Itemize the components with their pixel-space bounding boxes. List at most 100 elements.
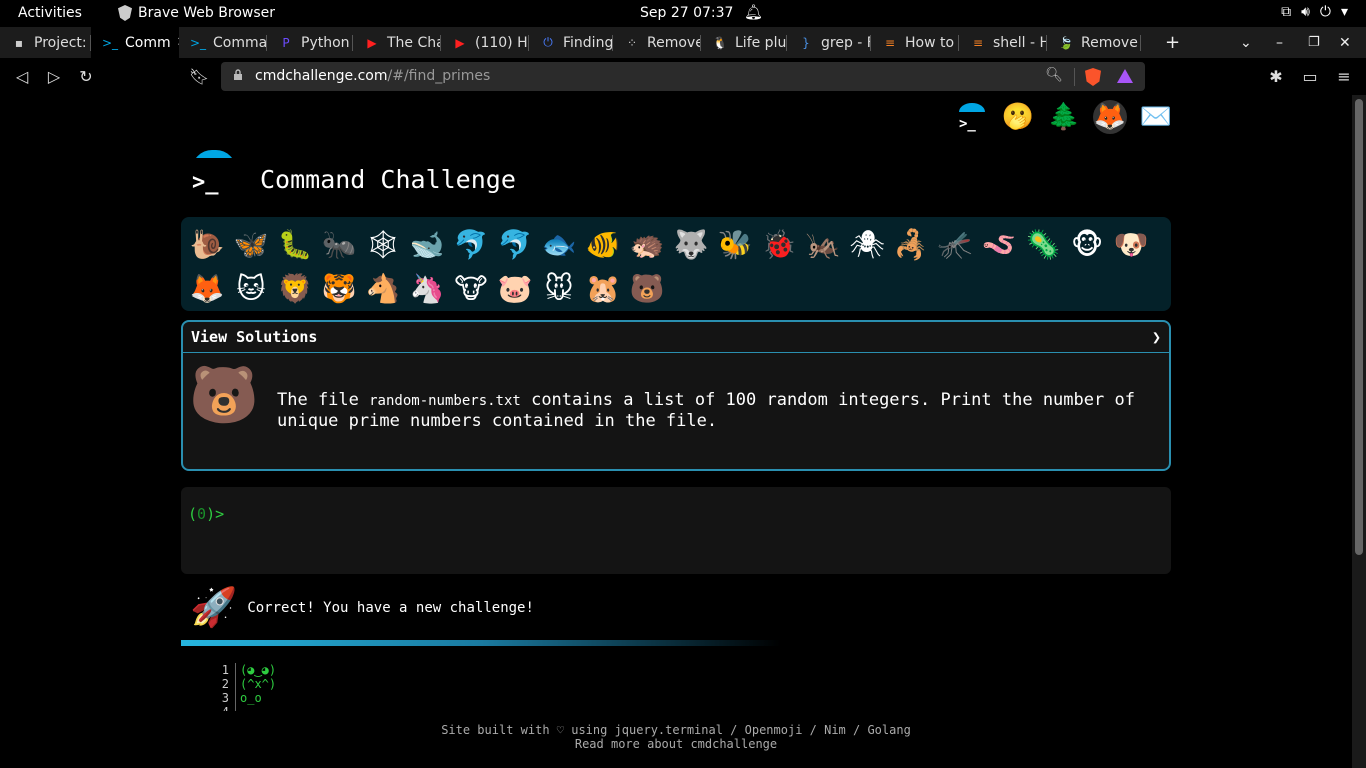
challenge-animal-icon[interactable]: 🦋: [229, 222, 273, 266]
minimize-button[interactable]: –: [1276, 27, 1283, 58]
brave-rewards-icon[interactable]: [1117, 69, 1133, 83]
line-number: 3: [221, 691, 229, 705]
tab[interactable]: 🍃 Remove: [1047, 27, 1141, 58]
challenge-animal-icon[interactable]: 🐴: [361, 266, 405, 310]
power-icon: ⏻: [1319, 4, 1331, 20]
tab[interactable]: 🐧 Life plu: [701, 27, 787, 58]
tab[interactable]: } grep - F: [787, 27, 871, 58]
tab[interactable]: P Python: [267, 27, 353, 58]
ascii-line: (^x^): [240, 677, 277, 691]
url-text[interactable]: cmdchallenge.com/#/find_primes: [255, 68, 490, 84]
challenge-animal-icon[interactable]: 🐵: [1065, 222, 1109, 266]
footer: Site built with ♡ using jquery.terminal …: [0, 723, 1352, 751]
tab[interactable]: ⏻ Finding: [529, 27, 613, 58]
maximize-icon: ❐: [1308, 35, 1320, 50]
ascii-line: (◕‿◕): [240, 663, 277, 677]
close-window-button[interactable]: ✕: [1339, 27, 1351, 58]
forward-button[interactable]: ▷: [44, 66, 64, 86]
challenge-animal-icon[interactable]: 🐌: [185, 222, 229, 266]
challenge-animal-icon[interactable]: 🦠: [1021, 222, 1065, 266]
challenge-animal-icon[interactable]: 🦗: [801, 222, 845, 266]
challenge-animal-icon[interactable]: 🐮: [449, 266, 493, 310]
challenge-animal-icon[interactable]: 🦁: [273, 266, 317, 310]
system-tray[interactable]: ⧉ 🔊︎ ⏻ ▾: [1281, 4, 1348, 20]
challenge-animal-icon[interactable]: 🐠: [581, 222, 625, 266]
challenge-animal-icon[interactable]: 🪱: [977, 222, 1021, 266]
menu-button[interactable]: ≡: [1334, 66, 1354, 86]
tab-label: Life plu: [735, 34, 787, 51]
tab[interactable]: ⁘ Remove: [613, 27, 701, 58]
network-icon: ⧉: [1281, 4, 1292, 20]
brave-shields-icon[interactable]: [1085, 68, 1101, 86]
terminal-logo-icon[interactable]: >_: [955, 100, 989, 134]
face-with-hand-icon[interactable]: 🫢: [1001, 100, 1035, 134]
scrollbar[interactable]: [1352, 95, 1366, 768]
reload-button[interactable]: ↻: [76, 66, 96, 86]
tab[interactable]: ≡ shell - H: [959, 27, 1047, 58]
activities-button[interactable]: Activities: [18, 5, 82, 21]
gitlab-icon[interactable]: 🦊: [1093, 100, 1127, 134]
challenge-description: The file random-numbers.txt contains a l…: [277, 390, 1157, 431]
challenge-animal-icon[interactable]: 🕸: [361, 222, 405, 266]
tab[interactable]: >_ Comma: [179, 27, 267, 58]
challenge-animal-icon[interactable]: 🐞: [757, 222, 801, 266]
back-button[interactable]: ◁: [12, 66, 32, 86]
project-icon: ▪: [14, 35, 24, 50]
challenge-animal-icon[interactable]: 🦊: [185, 266, 229, 310]
challenge-animal-icon[interactable]: 🐬: [493, 222, 537, 266]
challenge-animal-icon[interactable]: 🐯: [317, 266, 361, 310]
challenge-animal-icon[interactable]: 🐬: [449, 222, 493, 266]
reload-icon: ↻: [79, 66, 93, 86]
address-bar[interactable]: cmdchallenge.com/#/find_primes 🔍︎: [221, 62, 1145, 91]
stackoverflow-icon: ≡: [972, 35, 984, 50]
logo-prompt: >_: [192, 170, 219, 195]
challenge-animal-icon[interactable]: 🦂: [889, 222, 933, 266]
maximize-button[interactable]: ❐: [1308, 27, 1320, 58]
wallet-button[interactable]: ▭: [1300, 66, 1320, 86]
view-solutions-toggle[interactable]: View Solutions ❯: [183, 322, 1169, 353]
envelope-icon[interactable]: ✉️: [1139, 100, 1173, 134]
challenge-animal-icon[interactable]: 🦟: [933, 222, 977, 266]
bookmark-button[interactable]: 🔖︎: [189, 66, 209, 86]
challenge-animal-icon[interactable]: 🐭: [537, 266, 581, 310]
challenge-animal-icon[interactable]: 🐝: [713, 222, 757, 266]
challenge-animal-icon[interactable]: 🦄: [405, 266, 449, 310]
challenge-animal-icon[interactable]: 🐺: [669, 222, 713, 266]
bell-icon[interactable]: 🔔︎: [744, 3, 763, 21]
stackoverflow-icon: ≡: [884, 35, 896, 50]
app-menu[interactable]: Brave Web Browser: [118, 5, 275, 21]
challenge-animal-icon[interactable]: 🐶: [1109, 222, 1153, 266]
tree-icon[interactable]: 🌲: [1047, 100, 1081, 134]
challenge-animal-icon[interactable]: 🐹: [581, 266, 625, 310]
challenge-animal-icon[interactable]: 🐋: [405, 222, 449, 266]
tab[interactable]: >_Comm✕: [91, 27, 179, 58]
new-tab-button[interactable]: +: [1165, 27, 1180, 58]
tab[interactable]: ▶ (110) He: [441, 27, 529, 58]
ascii-line: ᓀ_ᓂ: [240, 705, 276, 711]
challenge-animal-icon[interactable]: 🕷: [845, 222, 889, 266]
clock[interactable]: Sep 27 07:37: [640, 5, 733, 21]
tab-search-button[interactable]: ⌄: [1240, 27, 1252, 58]
challenge-animal-icon[interactable]: 🐟: [537, 222, 581, 266]
challenge-animal-icon[interactable]: 🐷: [493, 266, 537, 310]
challenge-animal-icon[interactable]: 🐜: [317, 222, 361, 266]
footer-about-link[interactable]: Read more about cmdchallenge: [0, 737, 1352, 751]
challenge-animal-icon[interactable]: 🐻: [625, 266, 669, 310]
challenge-animal-icon[interactable]: 🐛: [273, 222, 317, 266]
challenge-animal-icon[interactable]: 🐱: [229, 266, 273, 310]
terminal[interactable]: (0)>: [181, 487, 1171, 574]
zoom-icon[interactable]: 🔍︎: [1045, 67, 1063, 83]
challenge-animal-icon[interactable]: 🦔: [625, 222, 669, 266]
chevron-down-icon: ▾: [1340, 4, 1348, 20]
top-links: >_ 🫢 🌲 🦊 ✉️: [955, 100, 1173, 134]
tab[interactable]: ≡ How to: [871, 27, 959, 58]
site-logo[interactable]: >_: [190, 150, 238, 196]
svg-text:>_: >_: [959, 116, 976, 132]
chevron-down-icon: ⌄: [1240, 34, 1252, 51]
scrollbar-thumb[interactable]: [1355, 99, 1363, 555]
extensions-button[interactable]: ✱: [1266, 66, 1286, 86]
tab[interactable]: ▪ Project:: [0, 27, 91, 58]
tab[interactable]: ▶ The Cha: [353, 27, 441, 58]
tab-label: Remove: [1081, 34, 1138, 51]
youtube-icon: ▶: [367, 35, 377, 50]
